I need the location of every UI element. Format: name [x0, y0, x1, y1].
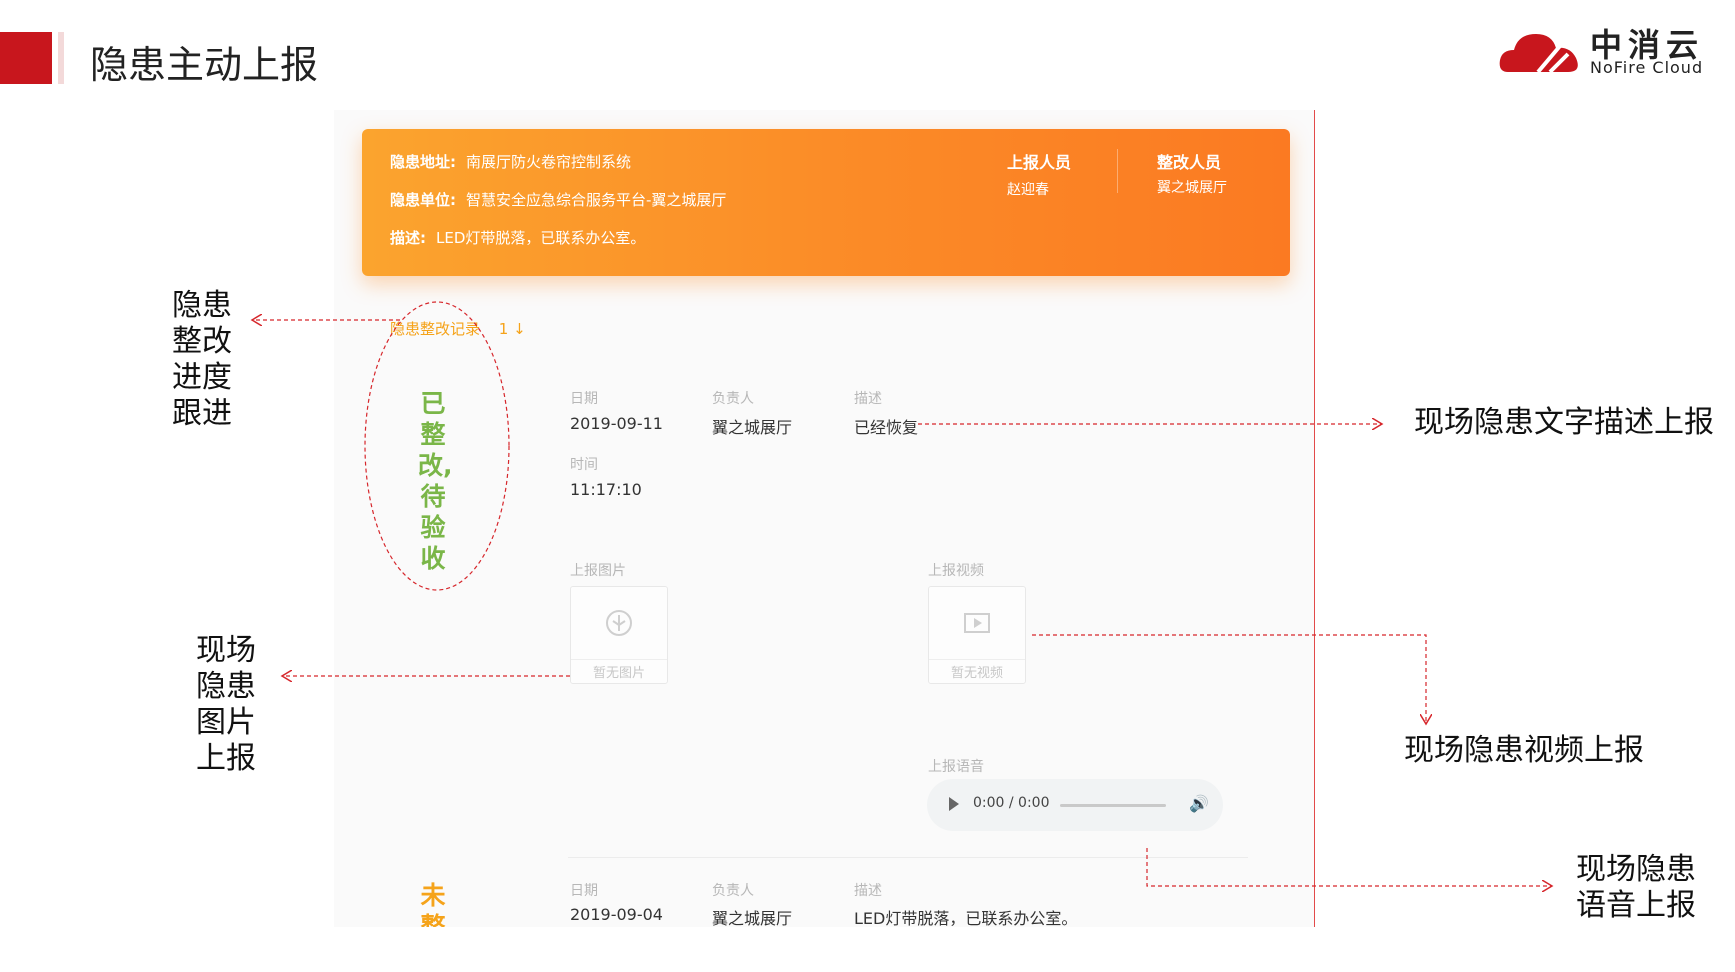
annotation-overlay: [0, 301, 1735, 972]
status-highlight-ellipse: [364, 301, 510, 591]
arrow-to-video-report: [1032, 634, 1426, 724]
arrow-to-audio-report: [1146, 848, 1552, 886]
